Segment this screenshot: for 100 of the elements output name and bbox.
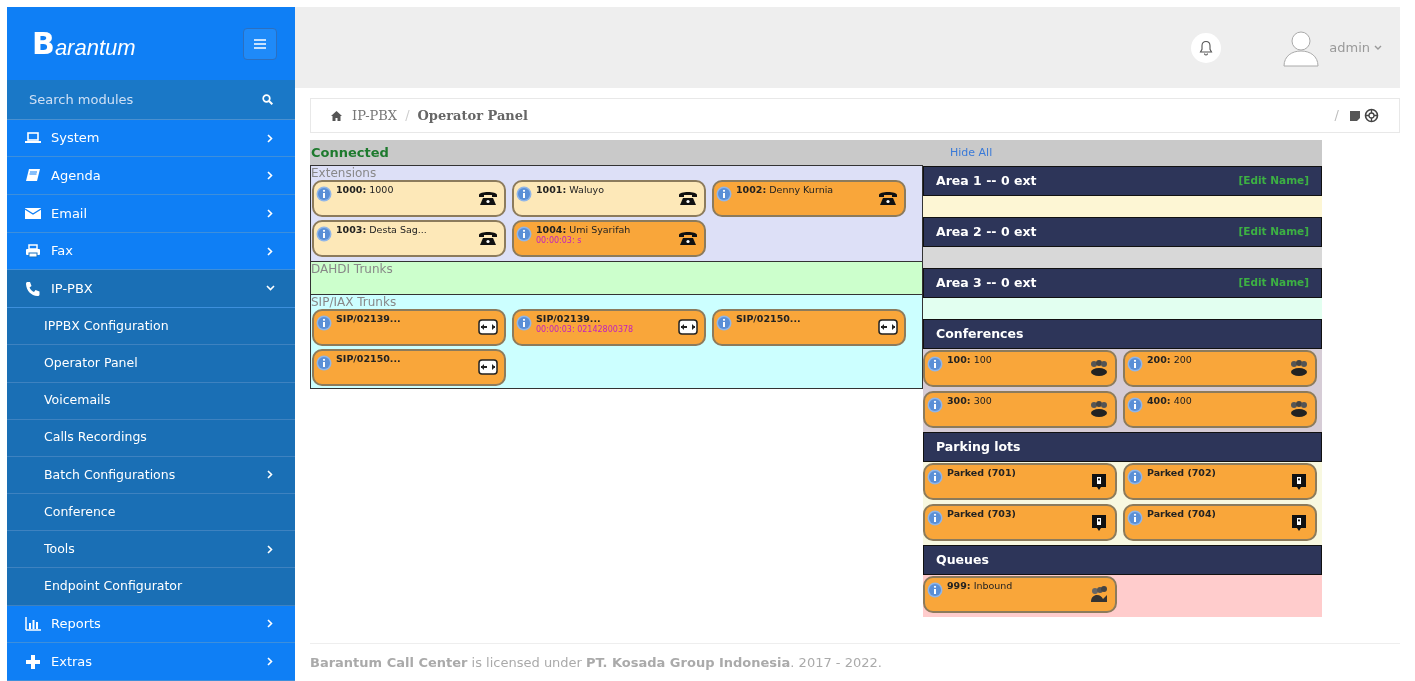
info-icon[interactable] [927, 397, 943, 413]
notification-button[interactable] [1191, 32, 1222, 63]
hide-all-link[interactable]: Hide All [950, 144, 993, 162]
parking-card[interactable]: Parked (702) [1123, 463, 1317, 500]
edit-name-link[interactable]: [Edit Name] [1238, 173, 1309, 189]
extension-card[interactable]: 1001: Waluyo [512, 180, 706, 217]
submenu-item[interactable]: Operator Panel [7, 345, 295, 383]
parking-icon [1089, 472, 1109, 490]
info-icon[interactable] [316, 355, 332, 371]
sidebar-item[interactable]: IP-PBX [7, 270, 295, 309]
chevron-right-icon [266, 619, 275, 629]
info-icon[interactable] [316, 186, 332, 202]
info-icon[interactable] [316, 315, 332, 331]
printer-icon [25, 243, 41, 259]
card-label: 1002: Denny Kurnia [736, 183, 835, 196]
info-icon[interactable] [716, 186, 732, 202]
card-label: 999: Inbound [947, 579, 1014, 592]
search-field[interactable]: Search modules [29, 89, 229, 110]
phone-icon [25, 281, 41, 297]
submenu-item[interactable]: Conference [7, 494, 295, 532]
card-label: SIP/02139... [336, 312, 402, 325]
chevron-right-icon [266, 470, 275, 480]
people-group-icon [1089, 359, 1109, 377]
search-icon[interactable] [262, 93, 273, 105]
trunk-card[interactable]: SIP/02139... [312, 309, 506, 346]
conference-card[interactable]: 100: 100 [923, 350, 1117, 387]
submenu-item[interactable]: Voicemails [7, 382, 295, 420]
section-title: Extensions [311, 166, 378, 180]
section-title: Area 3 -- 0 ext [936, 273, 1037, 292]
info-icon[interactable] [927, 582, 943, 598]
card-label: Parked (702) [1147, 466, 1217, 479]
lifebuoy-icon[interactable] [1364, 108, 1379, 123]
telephone-icon [478, 229, 498, 247]
conference-card[interactable]: 200: 200 [1123, 350, 1317, 387]
chevron-right-icon [266, 544, 275, 554]
bell-icon [1199, 39, 1214, 56]
trunk-card[interactable]: SIP/02150... [312, 349, 506, 386]
search-box[interactable]: Search modules [7, 80, 295, 120]
card-label: 100: 100 [947, 353, 993, 366]
extension-card[interactable]: 1002: Denny Kurnia [712, 180, 906, 217]
conference-card[interactable]: 400: 400 [1123, 391, 1317, 428]
edit-name-link[interactable]: [Edit Name] [1238, 224, 1309, 240]
section-title: Area 2 -- 0 ext [936, 222, 1037, 241]
book-icon [25, 168, 41, 184]
plus-icon [25, 654, 41, 670]
queue-card[interactable]: 999: Inbound [923, 576, 1117, 613]
trunk-icon [478, 358, 498, 376]
chevron-down-icon [1374, 44, 1382, 51]
info-icon[interactable] [927, 469, 943, 485]
card-label: Parked (704) [1147, 507, 1217, 520]
breadcrumb-separator: / [1334, 106, 1339, 125]
trunk-icon [678, 318, 698, 336]
info-icon[interactable] [1127, 356, 1143, 372]
card-label: 1001: Waluyo [536, 183, 605, 196]
breadcrumb-separator: / [405, 106, 410, 125]
card-label: Parked (703) [947, 507, 1017, 520]
submenu-item[interactable]: Calls Recordings [7, 419, 295, 457]
submenu-item[interactable]: Batch Configurations [7, 456, 295, 495]
parking-icon [1289, 513, 1309, 531]
info-icon[interactable] [516, 315, 532, 331]
telephone-icon [878, 189, 898, 207]
card-label: SIP/02150... [336, 352, 402, 365]
info-icon[interactable] [1127, 510, 1143, 526]
telephone-icon [478, 189, 498, 207]
submenu-item[interactable]: IPPBX Configuration [7, 308, 295, 346]
info-icon[interactable] [1127, 469, 1143, 485]
submenu-item[interactable]: Endpoint Configurator [7, 568, 295, 606]
info-icon[interactable] [927, 356, 943, 372]
trunk-card[interactable]: SIP/02139... 00:00:03: 02142800378 [512, 309, 706, 346]
info-icon[interactable] [516, 186, 532, 202]
chevron-right-icon [266, 246, 275, 256]
parking-card[interactable]: Parked (701) [923, 463, 1117, 500]
chevron-right-icon [266, 171, 275, 181]
parking-card[interactable]: Parked (703) [923, 504, 1117, 541]
menu-icon [254, 38, 266, 49]
info-icon[interactable] [927, 510, 943, 526]
card-label: 1003: Desta Sag... [336, 223, 428, 236]
telephone-icon [678, 189, 698, 207]
connection-status: Connected [310, 144, 390, 163]
people-group-icon [1289, 359, 1309, 377]
info-icon[interactable] [716, 315, 732, 331]
footer-text: Barantum Call Center is licensed under PT. Kosada Group Indonesia. 2017 - 2022. [310, 653, 882, 672]
menu-button[interactable] [243, 27, 277, 60]
conference-card[interactable]: 300: 300 [923, 391, 1117, 428]
laptop-icon [25, 130, 41, 146]
note-icon[interactable] [1349, 109, 1361, 122]
info-icon[interactable] [316, 226, 332, 242]
edit-name-link[interactable]: [Edit Name] [1238, 275, 1309, 291]
info-icon[interactable] [1127, 397, 1143, 413]
extension-card[interactable]: 1000: 1000 [312, 180, 506, 217]
parking-card[interactable]: Parked (704) [1123, 504, 1317, 541]
breadcrumb-link[interactable]: Operator Panel [417, 105, 529, 126]
breadcrumb-link[interactable]: IP-PBX [352, 105, 398, 126]
logo[interactable]: Barantum [32, 28, 136, 59]
section-title: DAHDI Trunks [311, 262, 394, 276]
trunk-card[interactable]: SIP/02150... [712, 309, 906, 346]
info-icon[interactable] [516, 226, 532, 242]
submenu-item[interactable]: Tools [7, 531, 295, 569]
extension-card[interactable]: 1003: Desta Sag... [312, 220, 506, 257]
extension-card[interactable]: 1004: Umi Syarifah 00:00:03: s [512, 220, 706, 257]
